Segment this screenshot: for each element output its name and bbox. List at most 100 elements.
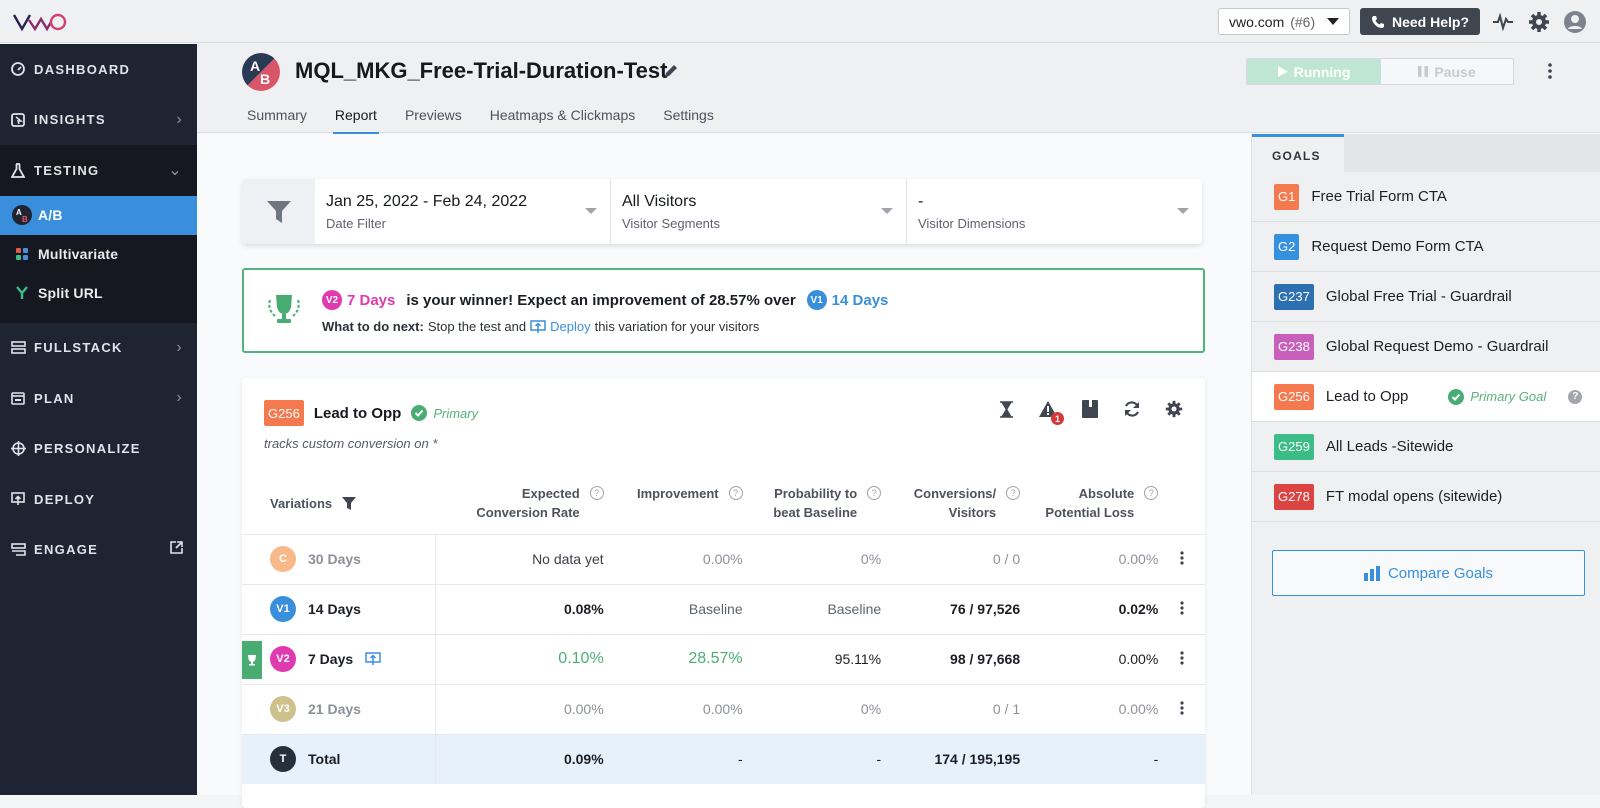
sidebar-subitem-split-url[interactable]: Split URL [0,274,197,313]
tab-heatmaps[interactable]: Heatmaps & Clickmaps [490,107,636,131]
row-menu-icon[interactable] [1158,633,1205,684]
tab-summary[interactable]: Summary [247,107,307,131]
goal-item[interactable]: G278 FT modal opens (sitewide) [1252,472,1600,522]
ab-icon: AB [12,205,32,225]
goal-item-active[interactable]: G256 Lead to Opp Primary Goal ? [1252,372,1600,422]
baseline-variation-name[interactable]: 14 Days [832,292,889,309]
goal-item[interactable]: G237 Global Free Trial - Guardrail [1252,272,1600,322]
help-icon[interactable]: ? [1568,389,1583,404]
loss-cell: 0.02% [1020,583,1159,634]
caret-down-icon [881,208,893,214]
caret-down-icon [1327,18,1339,25]
segments-filter-label: Visitor Segments [622,216,721,231]
date-filter[interactable]: Jan 25, 2022 - Feb 24, 2022 Date Filter [315,179,611,244]
engage-icon [10,542,26,558]
goal-tracking-description: tracks custom conversion on * [264,436,438,451]
pencil-icon[interactable] [663,63,679,79]
variation-cell: V2 7 Days [242,633,437,684]
help-icon[interactable]: ? [728,486,743,500]
dimensions-filter[interactable]: - Visitor Dimensions [907,179,1202,244]
card-toolbar: 1 [995,398,1185,425]
compare-goals-button[interactable]: Compare Goals [1272,550,1585,596]
col-improvement-label: Improvement [636,486,719,501]
pause-button[interactable]: Pause [1381,59,1513,84]
row-menu-icon[interactable] [1158,533,1205,584]
split-icon [12,283,32,303]
sidebar-item-insights[interactable]: INSIGHTS › [0,95,197,146]
running-button[interactable]: Running [1247,59,1381,84]
tab-previews[interactable]: Previews [405,107,462,131]
baseline-variation-badge: V1 [806,290,827,310]
help-icon[interactable]: ? [1144,486,1159,500]
warning-icon[interactable]: 1 [1037,398,1064,425]
goal-item[interactable]: G238 Global Request Demo - Guardrail [1252,322,1600,372]
deploy-icon [10,491,26,507]
winner-banner: V2 7 Days is your winner! Expect an impr… [242,268,1205,353]
sidebar-item-testing[interactable]: TESTING ⌄ [0,145,197,196]
help-icon[interactable]: ? [589,486,604,500]
tab-goals[interactable]: GOALS [1252,134,1344,172]
page-title: MQL_MKG_Free-Trial-Duration-Test [295,58,668,83]
dimensions-filter-value: - [918,193,924,210]
table-header-row: Variations Expected Conversion Rate? Impr… [242,474,1205,534]
more-options-icon[interactable] [1547,62,1553,80]
tab-settings[interactable]: Settings [663,107,714,131]
total-row: T Total 0.09% - - 174 / 195,195 - [242,733,1205,784]
table-row[interactable]: V1 14 Days 0.08% Baseline Baseline 76 / 9… [242,583,1205,634]
deploy-link[interactable]: Deploy [550,319,590,334]
table-row[interactable]: V3 21 Days 0.00% 0.00% 0% 0 / 1 0.00% [242,683,1205,734]
running-label: Running [1293,63,1351,80]
external-link-icon[interactable] [170,540,183,559]
winner-variation-name[interactable]: 7 Days [347,292,395,309]
vwo-logo[interactable] [12,10,72,34]
table-row[interactable]: C 30 Days No data yet 0.00% 0% 0 / 0 0.00… [242,533,1205,584]
winner-headline: V2 7 Days is your winner! Expect an impr… [322,290,888,310]
goal-list: G1 Free Trial Form CTA G2 Request Demo F… [1252,172,1600,522]
row-menu-icon[interactable] [1158,683,1205,734]
hourglass-icon[interactable] [995,398,1017,420]
row-menu-icon[interactable] [1158,583,1205,634]
variation-badge: V3 [270,696,296,722]
chevron-right-icon: › [176,110,183,128]
loss-cell: - [1020,733,1159,784]
sidebar-item-engage[interactable]: ENGAGE [0,525,197,576]
loss-cell: 0.00% [1020,683,1159,734]
next-text: Stop the test and [427,319,527,334]
svg-text:B: B [260,71,270,87]
filter-icon[interactable] [342,497,357,511]
account-select[interactable]: vwo.com (#6) [1218,8,1350,35]
notes-icon[interactable] [1079,398,1101,420]
user-avatar-icon[interactable] [1562,9,1588,35]
variation-cell: V3 21 Days [242,683,437,734]
filter-icon[interactable] [242,179,315,244]
goal-item[interactable]: G259 All Leads -Sitewide [1252,422,1600,472]
help-icon[interactable]: ? [1006,486,1021,500]
goal-name: Global Request Demo - Guardrail [1325,338,1549,355]
activity-icon[interactable] [1490,9,1516,35]
need-help-button[interactable]: Need Help? [1360,8,1480,35]
goal-item[interactable]: G1 Free Trial Form CTA [1252,172,1600,222]
play-icon [1277,66,1288,77]
gear-icon[interactable] [1526,9,1552,35]
goal-header: G256 Lead to Opp Primary [264,400,478,426]
sidebar-subitem-ab[interactable]: AB A/B [0,195,197,235]
crosshair-icon [10,441,26,457]
help-icon[interactable]: ? [867,486,882,500]
refresh-icon[interactable] [1121,398,1143,420]
sidebar-item-deploy[interactable]: DEPLOY [0,474,197,525]
sidebar-item-fullstack[interactable]: FULLSTACK › [0,323,197,374]
segments-filter[interactable]: All Visitors Visitor Segments [611,179,907,244]
sidebar-subitem-multivariate[interactable]: Multivariate [0,235,197,274]
table-row[interactable]: V2 7 Days 0.10% 28.57% 95.11% 98 / 97,668… [242,633,1205,684]
sidebar-item-dashboard[interactable]: DASHBOARD [0,44,197,95]
sidebar-item-personalize[interactable]: PERSONALIZE [0,424,197,475]
svg-text:A: A [250,58,260,74]
sidebar-item-plan[interactable]: PLAN › [0,373,197,424]
probability-cell: 0% [742,683,882,734]
tab-report[interactable]: Report [332,107,379,135]
goal-name: Free Trial Form CTA [1311,188,1447,205]
deploy-icon[interactable] [365,652,381,666]
goal-item[interactable]: G2 Request Demo Form CTA [1252,222,1600,272]
settings-gear-icon[interactable] [1163,398,1185,420]
compare-goals-label: Compare Goals [1387,564,1494,582]
